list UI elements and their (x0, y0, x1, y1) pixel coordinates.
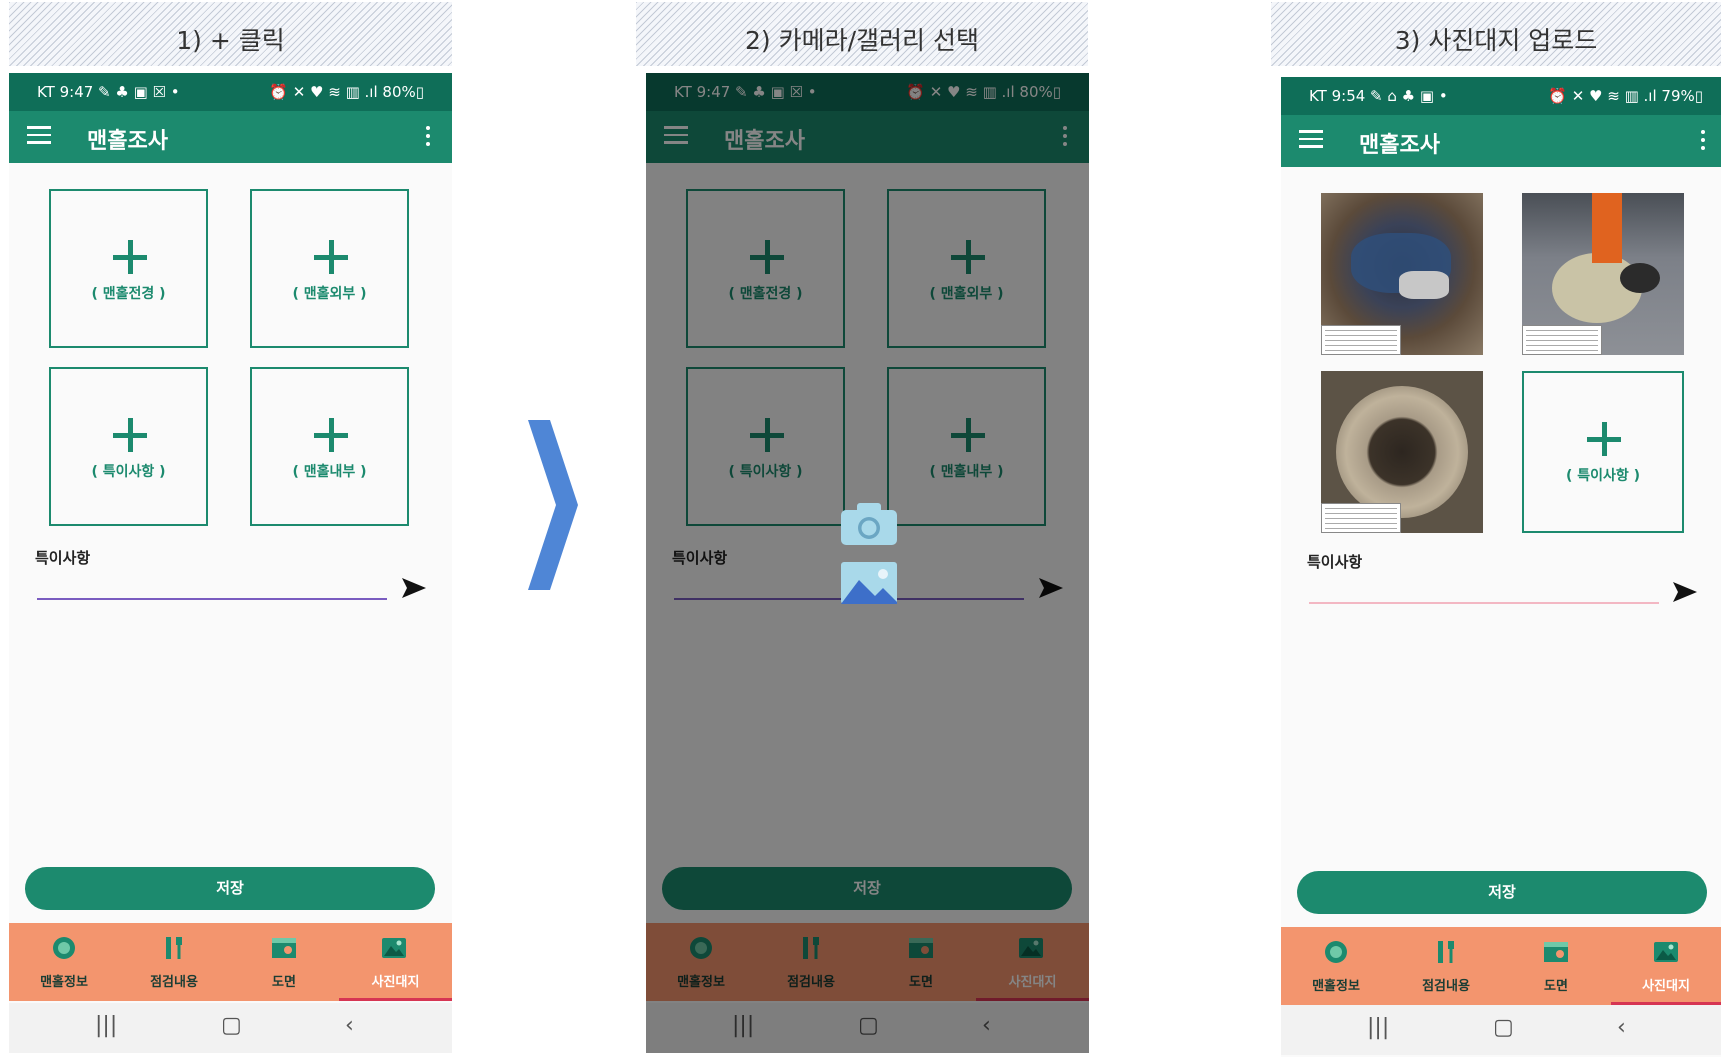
system-navigation-bar: ||| ▢ ‹ (1281, 1005, 1721, 1055)
tools-icon (1438, 941, 1454, 963)
status-left: KT 9:47 ✎ ♣ ▣ ☒ • (37, 83, 180, 101)
save-button[interactable]: 저장 (1297, 871, 1707, 914)
nav-manhole-info[interactable]: 맨홀정보 (1281, 927, 1391, 1005)
uploaded-photo-overview[interactable] (1321, 193, 1483, 355)
more-options-icon[interactable] (1701, 130, 1707, 154)
more-options-icon[interactable] (426, 126, 432, 150)
nav-label: 맨홀정보 (40, 975, 88, 990)
plus-icon (329, 240, 334, 274)
status-right: ⏰ ✕ ♥ ≋ ▥ .ıl 79%▯ (1548, 87, 1703, 105)
nav-inspection[interactable]: 점검내용 (1391, 927, 1501, 1005)
nav-label: 점검내용 (1422, 979, 1470, 994)
camera-icon[interactable] (841, 503, 897, 545)
back-icon[interactable]: ‹ (345, 1013, 354, 1038)
nav-label: 사진대지 (1642, 979, 1690, 994)
nav-photo-sheet[interactable]: 사진대지 (1611, 927, 1721, 1005)
plus-icon (329, 418, 334, 452)
map-icon (1544, 942, 1568, 962)
nav-label: 맨홀정보 (1312, 979, 1360, 994)
send-icon[interactable] (402, 578, 426, 598)
image-icon (1654, 942, 1678, 962)
back-icon[interactable]: ‹ (1617, 1015, 1626, 1040)
step-caption-2: 2) 카메라/갤러리 선택 (636, 2, 1088, 66)
photo-slot-label: ( 맨홀내부 ) (292, 464, 367, 480)
bottom-navigation: 맨홀정보 점검내용 도면 사진대지 (1281, 927, 1721, 1005)
photo-slot-remarks[interactable]: ( 특이사항 ) (49, 367, 208, 526)
home-icon[interactable]: ▢ (221, 1013, 242, 1038)
app-title: 맨홀조사 (87, 129, 168, 154)
send-icon[interactable] (1673, 582, 1697, 602)
app-bar: 맨홀조사 (1281, 115, 1721, 167)
save-button[interactable]: 저장 (25, 867, 435, 910)
hamburger-menu-icon[interactable] (27, 126, 51, 146)
nav-manhole-info[interactable]: 맨홀정보 (9, 923, 119, 1001)
plus-icon (1602, 422, 1607, 456)
status-bar: KT 9:54 ✎ ⌂ ♣ ▣ • ⏰ ✕ ♥ ≋ ▥ .ıl 79%▯ (1281, 77, 1721, 115)
phone-screen-2: KT 9:47 ✎ ♣ ▣ ☒ • ⏰ ✕ ♥ ≋ ▥ .ıl 80%▯ 맨홀조… (646, 73, 1089, 1053)
phone-screen-3: KT 9:54 ✎ ⌂ ♣ ▣ • ⏰ ✕ ♥ ≋ ▥ .ıl 79%▯ 맨홀조… (1281, 77, 1721, 1057)
nav-photo-sheet[interactable]: 사진대지 (339, 923, 452, 1001)
plus-icon (128, 240, 133, 274)
nav-drawing[interactable]: 도면 (1501, 927, 1611, 1005)
target-icon (1325, 941, 1347, 963)
nav-label: 도면 (1544, 979, 1568, 994)
photo-slot-label: ( 특이사항 ) (1565, 468, 1641, 484)
app-title: 맨홀조사 (1359, 133, 1440, 158)
next-step-chevron-icon (528, 420, 578, 590)
gallery-icon[interactable] (841, 562, 897, 604)
nav-inspection[interactable]: 점검내용 (119, 923, 229, 1001)
photo-slot-label: ( 맨홀외부 ) (292, 286, 367, 302)
phone-screen-1: KT 9:47 ✎ ♣ ▣ ☒ • ⏰ ✕ ♥ ≋ ▥ .ıl 80%▯ 맨홀조… (9, 73, 452, 1053)
remarks-label: 특이사항 (35, 549, 91, 567)
uploaded-photo-exterior[interactable] (1522, 193, 1684, 355)
photo-slot-label: ( 맨홀전경 ) (91, 286, 166, 302)
nav-label: 점검내용 (150, 975, 198, 990)
photo-slot-exterior[interactable]: ( 맨홀외부 ) (250, 189, 409, 348)
plus-icon (128, 418, 133, 452)
status-left: KT 9:54 ✎ ⌂ ♣ ▣ • (1309, 87, 1448, 105)
photo-slot-remarks[interactable]: ( 특이사항 ) (1522, 371, 1684, 533)
nav-label: 사진대지 (371, 975, 420, 990)
remarks-input[interactable] (1309, 602, 1659, 604)
photo-slot-label: ( 특이사항 ) (91, 464, 166, 480)
status-right: ⏰ ✕ ♥ ≋ ▥ .ıl 80%▯ (269, 83, 424, 101)
target-icon (53, 937, 75, 959)
uploaded-photo-interior[interactable] (1321, 371, 1483, 533)
nav-drawing[interactable]: 도면 (229, 923, 339, 1001)
app-bar: 맨홀조사 (9, 111, 452, 163)
remarks-label: 특이사항 (1307, 553, 1363, 571)
tools-icon (166, 937, 182, 959)
image-icon (382, 938, 406, 958)
photo-slot-interior[interactable]: ( 맨홀내부 ) (250, 367, 409, 526)
recent-apps-icon[interactable]: ||| (95, 1013, 117, 1038)
bottom-navigation: 맨홀정보 점검내용 도면 사진대지 (9, 923, 452, 1001)
step-caption-3: 3) 사진대지 업로드 (1271, 2, 1721, 66)
nav-label: 도면 (272, 975, 296, 990)
step-caption-1: 1) + 클릭 (9, 2, 452, 66)
map-icon (272, 938, 296, 958)
remarks-input[interactable] (37, 598, 387, 600)
recent-apps-icon[interactable]: ||| (1367, 1015, 1389, 1040)
system-navigation-bar: ||| ▢ ‹ (9, 1003, 452, 1053)
status-bar: KT 9:47 ✎ ♣ ▣ ☒ • ⏰ ✕ ♥ ≋ ▥ .ıl 80%▯ (9, 73, 452, 111)
photo-slot-overview[interactable]: ( 맨홀전경 ) (49, 189, 208, 348)
hamburger-menu-icon[interactable] (1299, 130, 1323, 150)
home-icon[interactable]: ▢ (1493, 1015, 1514, 1040)
